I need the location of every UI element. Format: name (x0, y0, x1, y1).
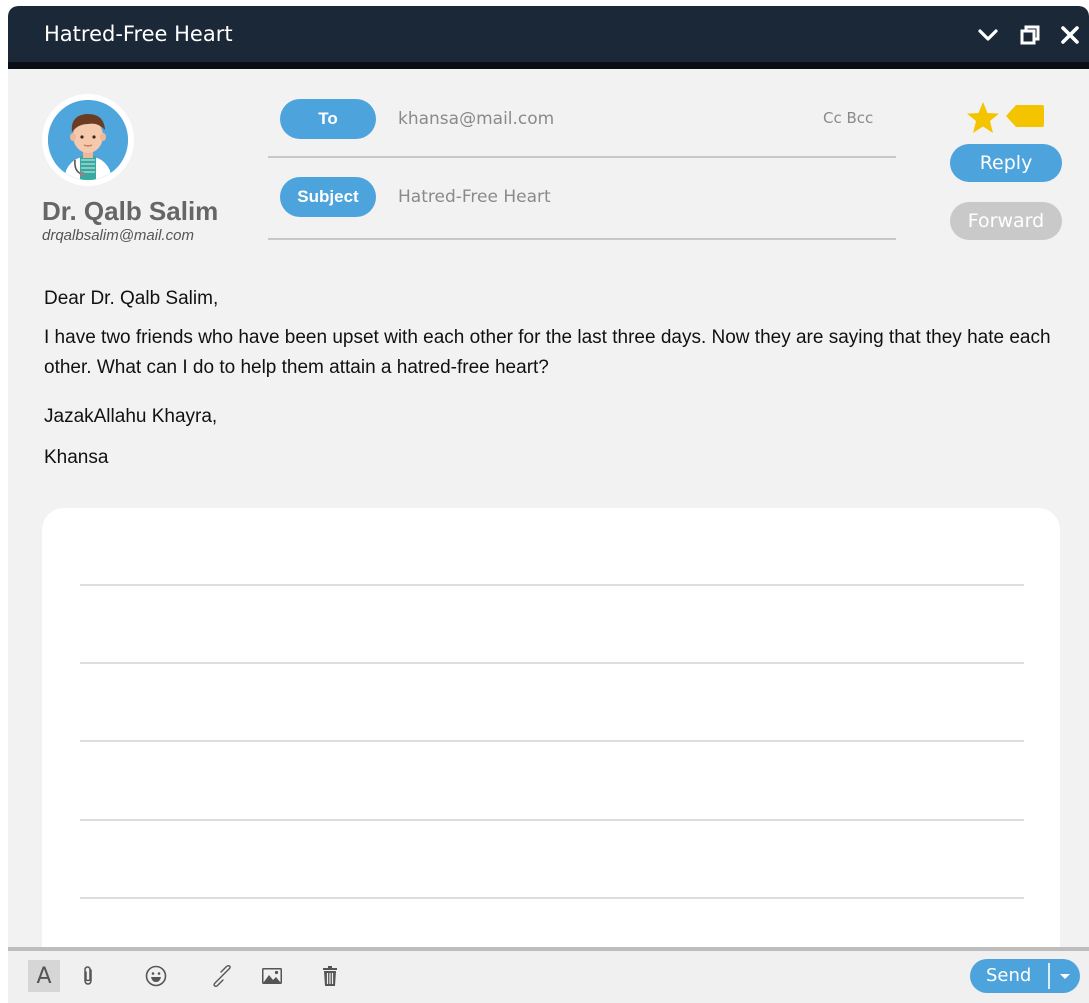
message-greeting: Dear Dr. Qalb Salim, (44, 288, 219, 309)
link-icon[interactable] (206, 960, 238, 992)
to-field[interactable]: khansa@mail.com (398, 109, 554, 129)
sender-email: drqalbsalim@mail.com (42, 227, 194, 244)
subject-label[interactable]: Subject (280, 177, 376, 217)
reply-button[interactable]: Reply (950, 144, 1062, 182)
sender-name: Dr. Qalb Salim (42, 196, 219, 226)
to-label[interactable]: To (280, 99, 376, 139)
emoji-icon[interactable] (140, 960, 172, 992)
subject-underline (268, 238, 896, 240)
label-tag-icon[interactable] (1006, 105, 1044, 127)
window-title: Hatred-Free Heart (44, 22, 233, 46)
restore-icon[interactable] (1018, 23, 1042, 47)
attachment-icon[interactable] (72, 960, 104, 992)
reply-compose-area[interactable] (42, 508, 1060, 1003)
ruled-line (80, 740, 1024, 742)
message-signature: Khansa (44, 447, 109, 468)
message-closing: JazakAllahu Khayra, (44, 406, 218, 427)
cc-bcc-link[interactable]: Cc Bcc (823, 109, 873, 127)
ruled-line (80, 584, 1024, 586)
chevron-down-icon[interactable] (976, 23, 1000, 47)
send-button-group: Send (970, 959, 1080, 993)
send-button[interactable]: Send (986, 959, 1031, 993)
title-bar-divider (8, 62, 1089, 69)
close-icon[interactable] (1058, 23, 1082, 47)
ruled-line (80, 662, 1024, 664)
ruled-line (80, 897, 1024, 899)
send-divider (1048, 963, 1050, 989)
email-window: Hatred-Free Heart Dr. Qalb Salim drqalbs… (8, 6, 1089, 1003)
doctor-avatar-image (48, 100, 128, 180)
compose-toolbar: A Send (8, 951, 1089, 1003)
send-options-caret-icon[interactable] (1054, 959, 1076, 993)
ruled-line (80, 819, 1024, 821)
title-bar: Hatred-Free Heart (8, 6, 1089, 64)
avatar (42, 94, 134, 186)
star-icon[interactable] (966, 101, 1000, 135)
trash-icon[interactable] (314, 960, 346, 992)
image-icon[interactable] (256, 960, 288, 992)
message-body: I have two friends who have been upset w… (44, 327, 1051, 378)
to-underline (268, 156, 896, 158)
subject-field[interactable]: Hatred-Free Heart (398, 187, 551, 207)
font-icon[interactable]: A (28, 960, 60, 992)
forward-button[interactable]: Forward (950, 202, 1062, 240)
